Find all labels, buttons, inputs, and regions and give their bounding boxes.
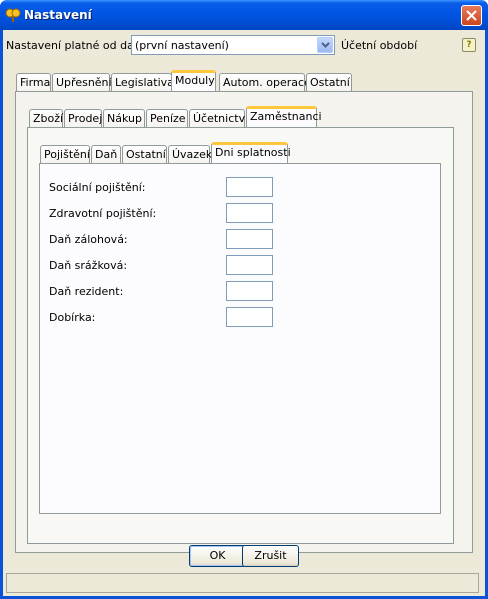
withholding-tax-label: Daň srážková: [49, 259, 128, 272]
tab-zamestnanci[interactable]: Zaměstnanci [246, 106, 322, 127]
app-logo-icon [5, 7, 22, 23]
tab-ostatni[interactable]: Ostatní [306, 73, 352, 92]
title-bar[interactable]: Nastavení [0, 0, 488, 30]
social-insurance-input[interactable] [226, 177, 273, 197]
cash-on-delivery-label: Dobírka: [49, 311, 96, 324]
health-insurance-label: Zdravotní pojištění: [49, 207, 157, 220]
tab-autom-operace[interactable]: Autom. operace [219, 73, 311, 92]
status-bar [6, 573, 479, 593]
tab-uvazek[interactable]: Úvazek [168, 145, 212, 164]
tab-ostatni-employee[interactable]: Ostatní [122, 145, 167, 164]
date-label: Nastavení platné od data: [6, 39, 149, 52]
cancel-button[interactable]: Zrušit [242, 545, 299, 567]
advance-tax-label: Daň zálohová: [49, 233, 128, 246]
advance-tax-input[interactable] [226, 229, 273, 249]
chevron-down-icon [321, 42, 330, 48]
resident-tax-input[interactable] [226, 281, 273, 301]
tab-firma[interactable]: Firma [16, 73, 51, 92]
social-insurance-label: Sociální pojištění: [49, 181, 146, 194]
tab-moduly[interactable]: Moduly [171, 70, 216, 91]
tab-pojisteni[interactable]: Pojištění [40, 145, 90, 164]
tab-upresneni[interactable]: Upřesnění [52, 73, 112, 92]
valid-from-date-select[interactable]: (první nastavení) [131, 35, 335, 55]
withholding-tax-input[interactable] [226, 255, 273, 275]
ok-button[interactable]: OK [189, 545, 246, 567]
tab-prodej[interactable]: Prodej [64, 109, 102, 128]
tab-ucetnictvi[interactable]: Účetnictví [189, 109, 248, 128]
valid-from-date-value: (první nastavení) [135, 39, 229, 52]
health-insurance-input[interactable] [226, 203, 273, 223]
window-title: Nastavení [24, 8, 92, 22]
resident-tax-label: Daň rezident: [49, 285, 124, 298]
cash-on-delivery-input[interactable] [226, 307, 273, 327]
dialog-body: Nastavení platné od data: (první nastave… [3, 30, 485, 596]
tab-dan[interactable]: Daň [91, 145, 121, 164]
dropdown-button[interactable] [317, 37, 333, 53]
close-button[interactable] [461, 5, 482, 26]
tab-dni-splatnosti[interactable]: Dni splatnosti [211, 142, 291, 163]
tab-legislativa[interactable]: Legislativa [111, 73, 174, 92]
accounting-period-label: Účetní období [341, 39, 418, 52]
help-icon[interactable]: ? [462, 38, 476, 52]
tab-nakup[interactable]: Nákup [103, 109, 145, 128]
tab-penize[interactable]: Peníze [146, 109, 188, 128]
close-icon [466, 10, 477, 21]
tab-zbozi[interactable]: Zboží [29, 109, 63, 128]
dialog-window: Nastavení Nastavení platné od data: (prv… [0, 0, 488, 599]
